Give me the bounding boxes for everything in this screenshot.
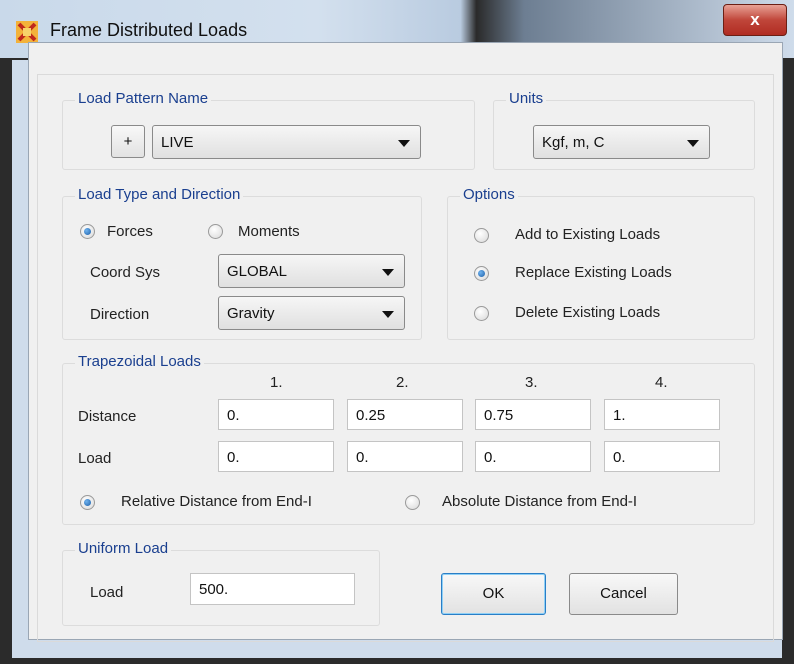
distance-field-2[interactable]: 0.25 (347, 399, 463, 430)
absolute-distance-radio[interactable] (405, 495, 420, 510)
replace-existing-radio[interactable] (474, 266, 489, 281)
load-pattern-value: LIVE (161, 134, 194, 151)
load-field-4[interactable]: 0. (604, 441, 720, 472)
csi-app-icon (16, 21, 38, 43)
distance-row-label: Distance (78, 408, 137, 425)
direction-dropdown[interactable]: Gravity (218, 296, 405, 330)
distance-value-1: 0. (227, 407, 240, 424)
delete-existing-label: Delete Existing Loads (515, 304, 661, 321)
uniform-load-value: 500. (199, 581, 229, 598)
direction-label: Direction (90, 306, 150, 323)
column-header-2: 2. (396, 374, 409, 391)
uniform-load-group-title: Uniform Load (75, 540, 172, 557)
distance-value-3: 0.75 (484, 407, 514, 424)
window-title: Frame Distributed Loads (50, 20, 248, 40)
distance-value-2: 0.25 (356, 407, 386, 424)
add-load-pattern-button[interactable]: + (111, 125, 145, 158)
delete-existing-radio[interactable] (474, 306, 489, 321)
load-value-1: 0. (227, 449, 240, 466)
add-existing-label: Add to Existing Loads (515, 226, 661, 243)
distance-field-4[interactable]: 1. (604, 399, 720, 430)
coord-sys-value: GLOBAL (227, 263, 288, 280)
moments-radio[interactable] (208, 224, 223, 239)
column-header-1: 1. (270, 374, 283, 391)
close-button[interactable]: x (723, 4, 787, 36)
load-type-group-title: Load Type and Direction (75, 186, 244, 203)
distance-value-4: 1. (613, 407, 626, 424)
forces-radio[interactable] (80, 224, 95, 239)
replace-existing-label: Replace Existing Loads (515, 264, 672, 281)
ok-button[interactable]: OK (441, 573, 546, 615)
coord-sys-dropdown[interactable]: GLOBAL (218, 254, 405, 288)
uniform-load-field[interactable]: 500. (190, 573, 355, 605)
load-value-3: 0. (484, 449, 497, 466)
cancel-button[interactable]: Cancel (569, 573, 678, 615)
load-pattern-dropdown[interactable]: LIVE (152, 125, 421, 159)
relative-distance-label: Relative Distance from End-I (121, 493, 312, 510)
distance-field-3[interactable]: 0.75 (475, 399, 591, 430)
load-field-2[interactable]: 0. (347, 441, 463, 472)
load-row-label: Load (78, 450, 112, 467)
load-field-3[interactable]: 0. (475, 441, 591, 472)
relative-distance-radio[interactable] (80, 495, 95, 510)
units-value: Kgf, m, C (542, 134, 605, 151)
load-value-4: 0. (613, 449, 626, 466)
chevron-down-icon (398, 140, 410, 147)
uniform-load-label: Load (90, 584, 124, 601)
load-value-2: 0. (356, 449, 369, 466)
forces-label: Forces (107, 223, 153, 240)
direction-value: Gravity (227, 305, 275, 322)
load-pattern-group-title: Load Pattern Name (75, 90, 212, 107)
chevron-down-icon (382, 311, 394, 318)
chevron-down-icon (687, 140, 699, 147)
units-dropdown[interactable]: Kgf, m, C (533, 125, 710, 159)
moments-label: Moments (238, 223, 300, 240)
load-field-1[interactable]: 0. (218, 441, 334, 472)
units-group-title: Units (506, 90, 547, 107)
column-header-3: 3. (525, 374, 538, 391)
coord-sys-label: Coord Sys (90, 264, 161, 281)
frame-distributed-loads-dialog: Frame Distributed Loads x Load Pattern N… (0, 0, 794, 664)
trapezoidal-group-title: Trapezoidal Loads (75, 353, 204, 370)
distance-field-1[interactable]: 0. (218, 399, 334, 430)
column-header-4: 4. (655, 374, 668, 391)
chevron-down-icon (382, 269, 394, 276)
options-group-title: Options (460, 186, 518, 203)
absolute-distance-label: Absolute Distance from End-I (442, 493, 638, 510)
add-existing-radio[interactable] (474, 228, 489, 243)
